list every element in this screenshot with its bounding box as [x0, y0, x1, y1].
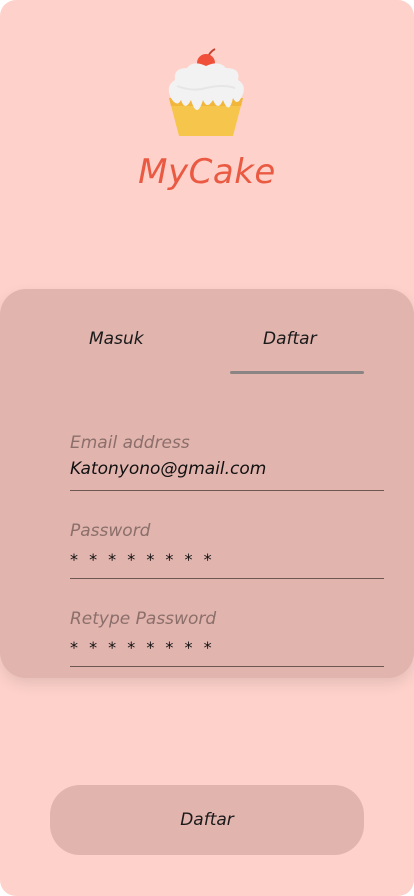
password-label: Password — [70, 521, 151, 541]
tab-masuk[interactable]: Masuk — [89, 329, 144, 349]
cupcake-icon — [168, 48, 244, 136]
email-input[interactable]: Katonyono@gmail.com — [70, 459, 266, 479]
tab-daftar[interactable]: Daftar — [263, 329, 317, 349]
email-label: Email address — [70, 433, 190, 453]
password-input[interactable]: * * * * * * * * — [70, 550, 215, 569]
daftar-button[interactable]: Daftar — [50, 785, 364, 855]
register-card: Masuk Daftar Email address Katonyono@gma… — [0, 289, 414, 678]
register-screen: MyCake Masuk Daftar Email address Katony… — [0, 0, 414, 896]
retype-password-label: Retype Password — [70, 609, 217, 629]
retype-password-field[interactable]: Retype Password * * * * * * * * — [70, 609, 384, 667]
daftar-button-label: Daftar — [180, 810, 234, 830]
password-field[interactable]: Password * * * * * * * * — [70, 521, 384, 579]
tab-active-indicator — [230, 371, 364, 374]
email-field[interactable]: Email address Katonyono@gmail.com — [70, 433, 384, 491]
retype-password-input[interactable]: * * * * * * * * — [70, 638, 215, 657]
app-title: MyCake — [138, 152, 276, 192]
